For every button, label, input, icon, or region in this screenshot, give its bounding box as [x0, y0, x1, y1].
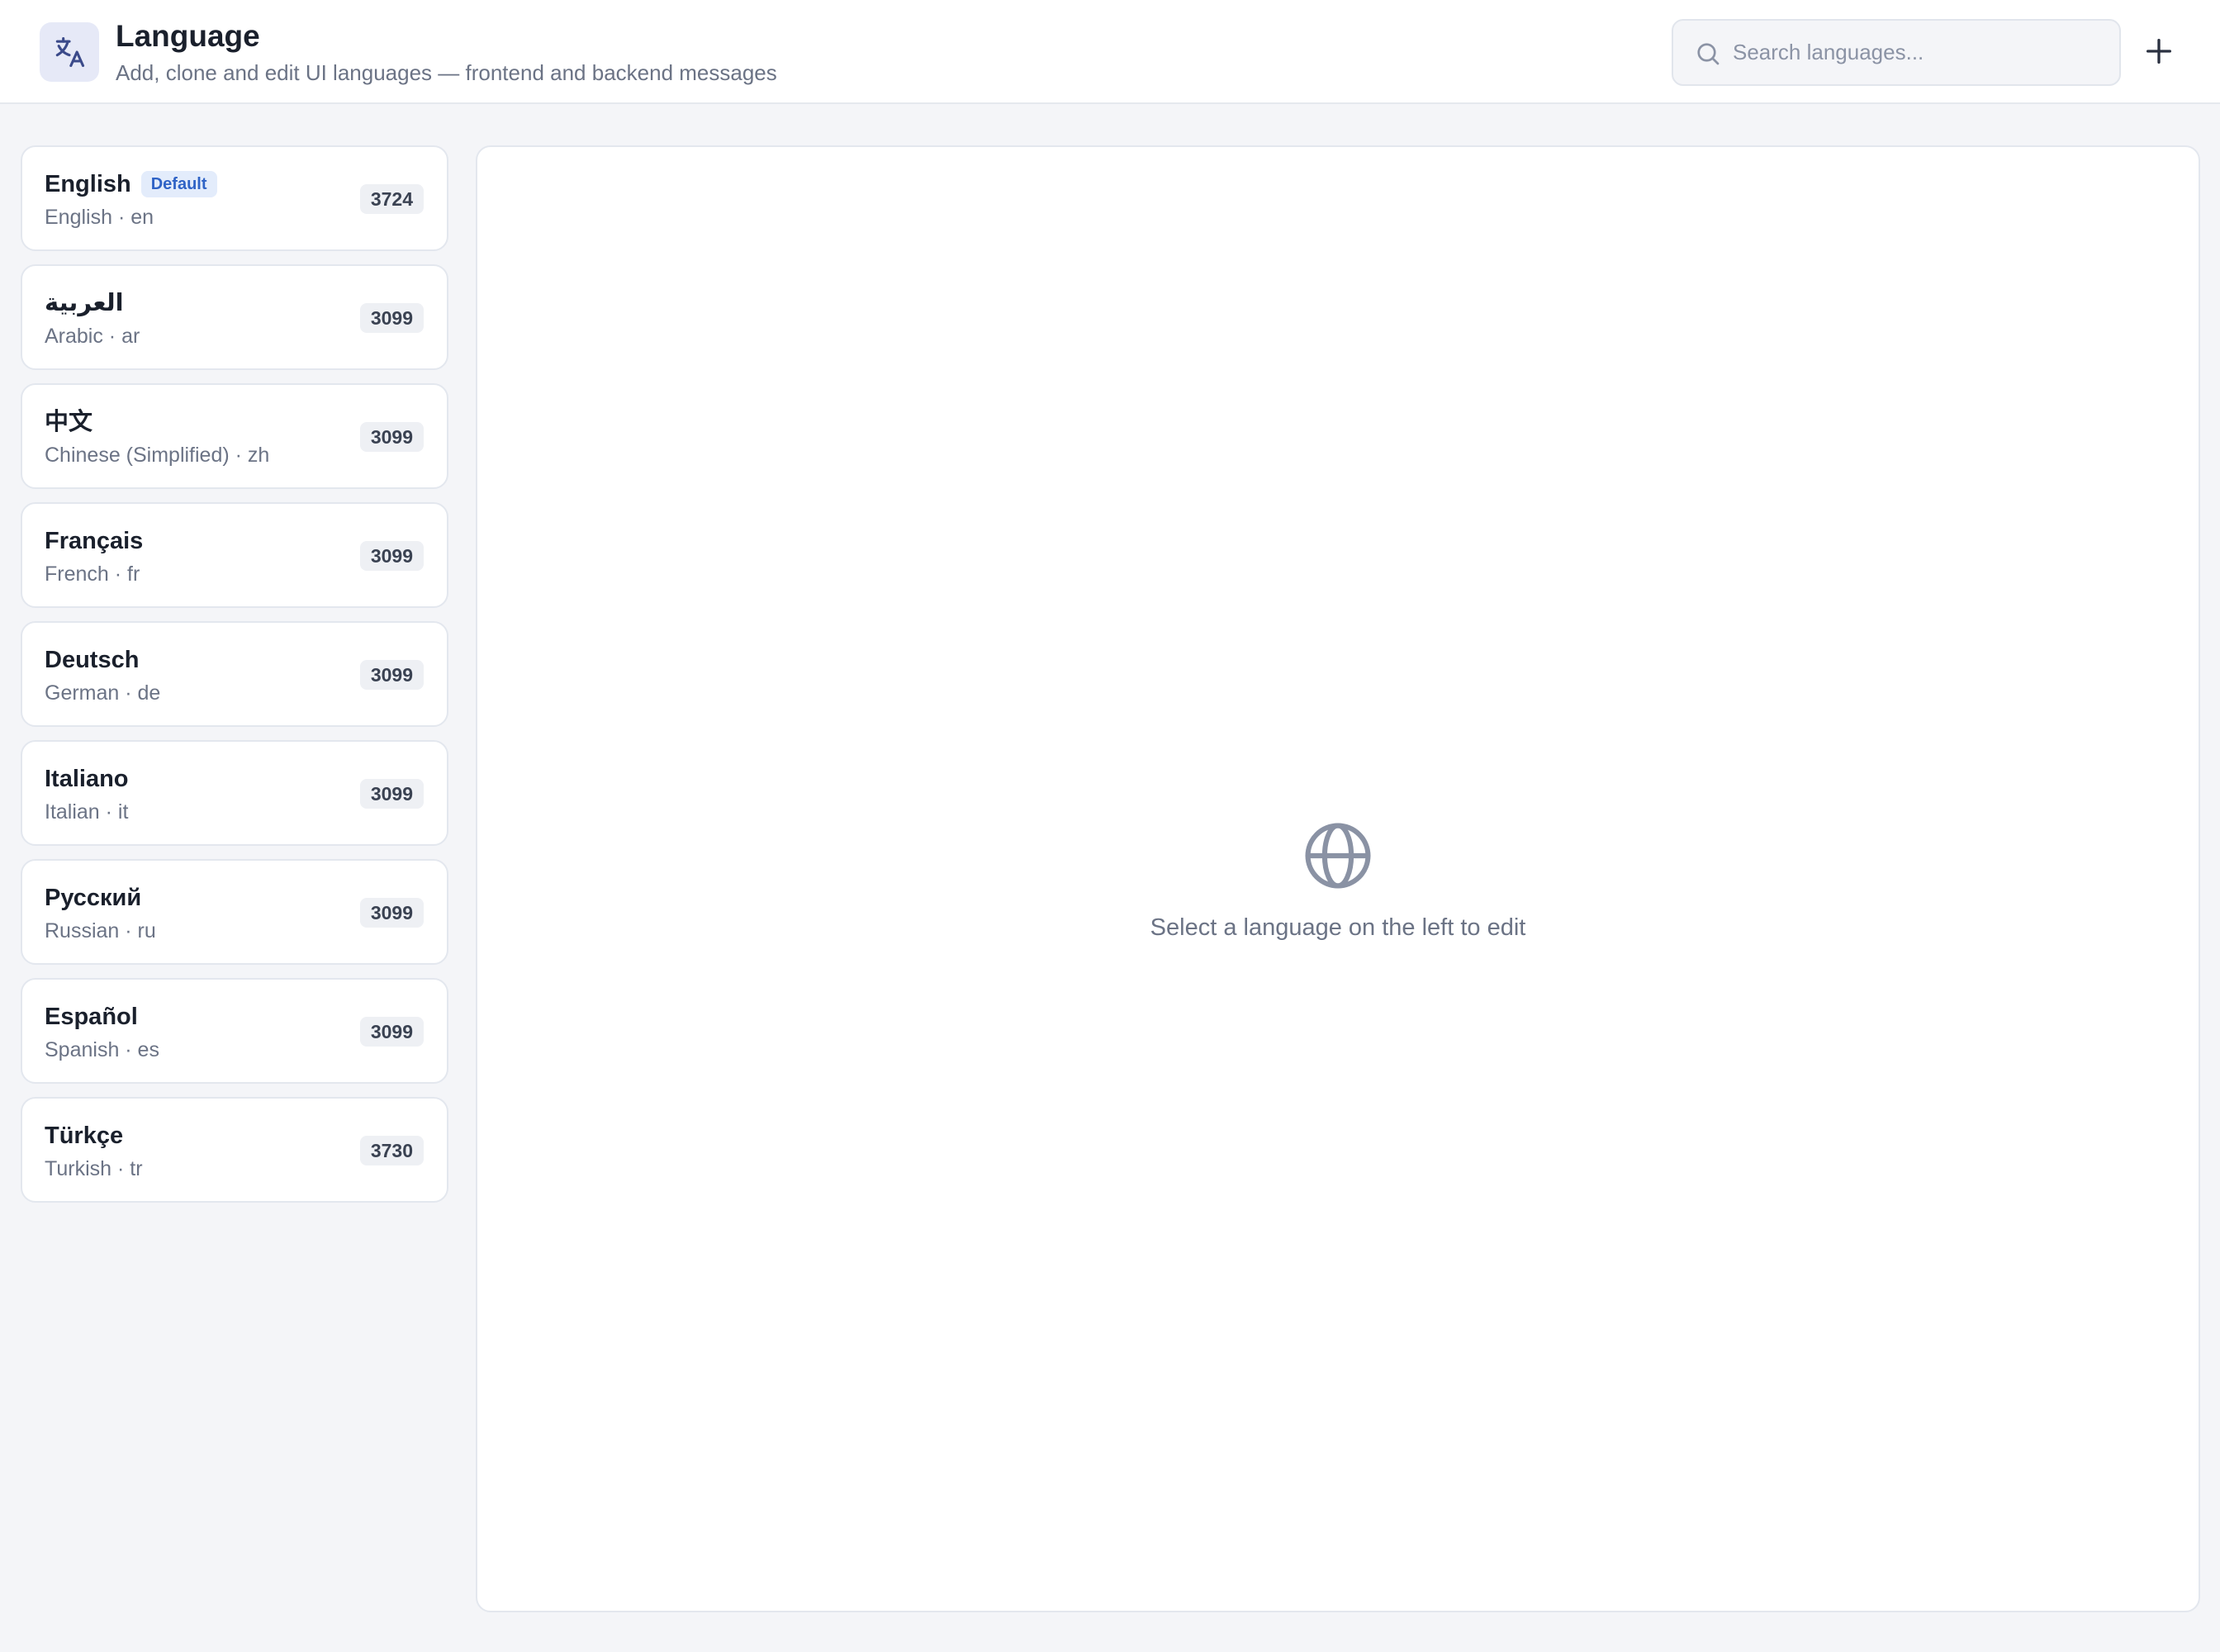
page-subtitle: Add, clone and edit UI languages — front…: [116, 60, 777, 85]
language-native-name: Русский: [45, 885, 142, 911]
search-icon: [1697, 43, 1720, 65]
language-item-it[interactable]: Italiano Italian · it 3099: [21, 740, 448, 846]
language-meta: Turkish · tr: [45, 1157, 143, 1180]
page-title: Language: [116, 19, 260, 53]
language-native-name: Deutsch: [45, 647, 140, 673]
language-item-zh[interactable]: 中文 Chinese (Simplified) · zh 3099: [21, 383, 448, 489]
language-native-name: 中文: [45, 409, 93, 435]
language-native-name: Français: [45, 528, 144, 554]
message-count-badge: 3099: [359, 1017, 424, 1047]
message-count-badge: 3730: [359, 1136, 424, 1165]
empty-state-message: Select a language on the left to edit: [1150, 914, 1526, 941]
language-item-ru[interactable]: Русский Russian · ru 3099: [21, 859, 448, 965]
message-count-badge: 3099: [359, 779, 424, 809]
language-native-name: Italiano: [45, 766, 129, 792]
globe-icon: [1305, 823, 1371, 889]
search-input[interactable]: [1733, 21, 2104, 84]
language-item-fr[interactable]: Français French · fr 3099: [21, 502, 448, 608]
empty-state: Select a language on the left to edit: [477, 818, 2199, 944]
editor-panel: Select a language on the left to edit: [476, 145, 2200, 1612]
default-badge: Default: [140, 171, 217, 197]
language-item-ar[interactable]: العربية Arabic · ar 3099: [21, 264, 448, 370]
language-meta: Italian · it: [45, 800, 129, 824]
language-item-en[interactable]: English Default English · en 3724: [21, 145, 448, 251]
language-meta: Russian · ru: [45, 919, 156, 942]
message-count-badge: 3099: [359, 660, 424, 690]
language-item-tr[interactable]: Türkçe Turkish · tr 3730: [21, 1097, 448, 1203]
message-count-badge: 3099: [359, 541, 424, 571]
language-native-name: Türkçe: [45, 1123, 124, 1149]
message-count-badge: 3724: [359, 184, 424, 214]
language-list: English Default English · en 3724 العربي…: [21, 145, 448, 1216]
translate-icon: [40, 22, 99, 82]
plus-icon: [2146, 39, 2171, 64]
message-count-badge: 3099: [359, 422, 424, 452]
language-meta: French · fr: [45, 563, 140, 586]
language-meta: English · en: [45, 206, 154, 229]
page-header: Language Add, clone and edit UI language…: [0, 0, 2220, 104]
language-meta: Spanish · es: [45, 1038, 159, 1061]
language-meta: German · de: [45, 681, 161, 705]
language-meta: Arabic · ar: [45, 325, 140, 348]
add-language-button[interactable]: [2137, 30, 2180, 73]
language-native-name: Español: [45, 1004, 138, 1030]
language-item-es[interactable]: Español Spanish · es 3099: [21, 978, 448, 1084]
language-native-name: العربية: [45, 290, 124, 316]
language-native-name: English: [45, 171, 131, 197]
language-item-de[interactable]: Deutsch German · de 3099: [21, 621, 448, 727]
message-count-badge: 3099: [359, 898, 424, 928]
search-box[interactable]: [1672, 19, 2121, 86]
language-native-name-row: English Default: [45, 169, 217, 200]
language-meta: Chinese (Simplified) · zh: [45, 444, 270, 467]
message-count-badge: 3099: [359, 303, 424, 333]
